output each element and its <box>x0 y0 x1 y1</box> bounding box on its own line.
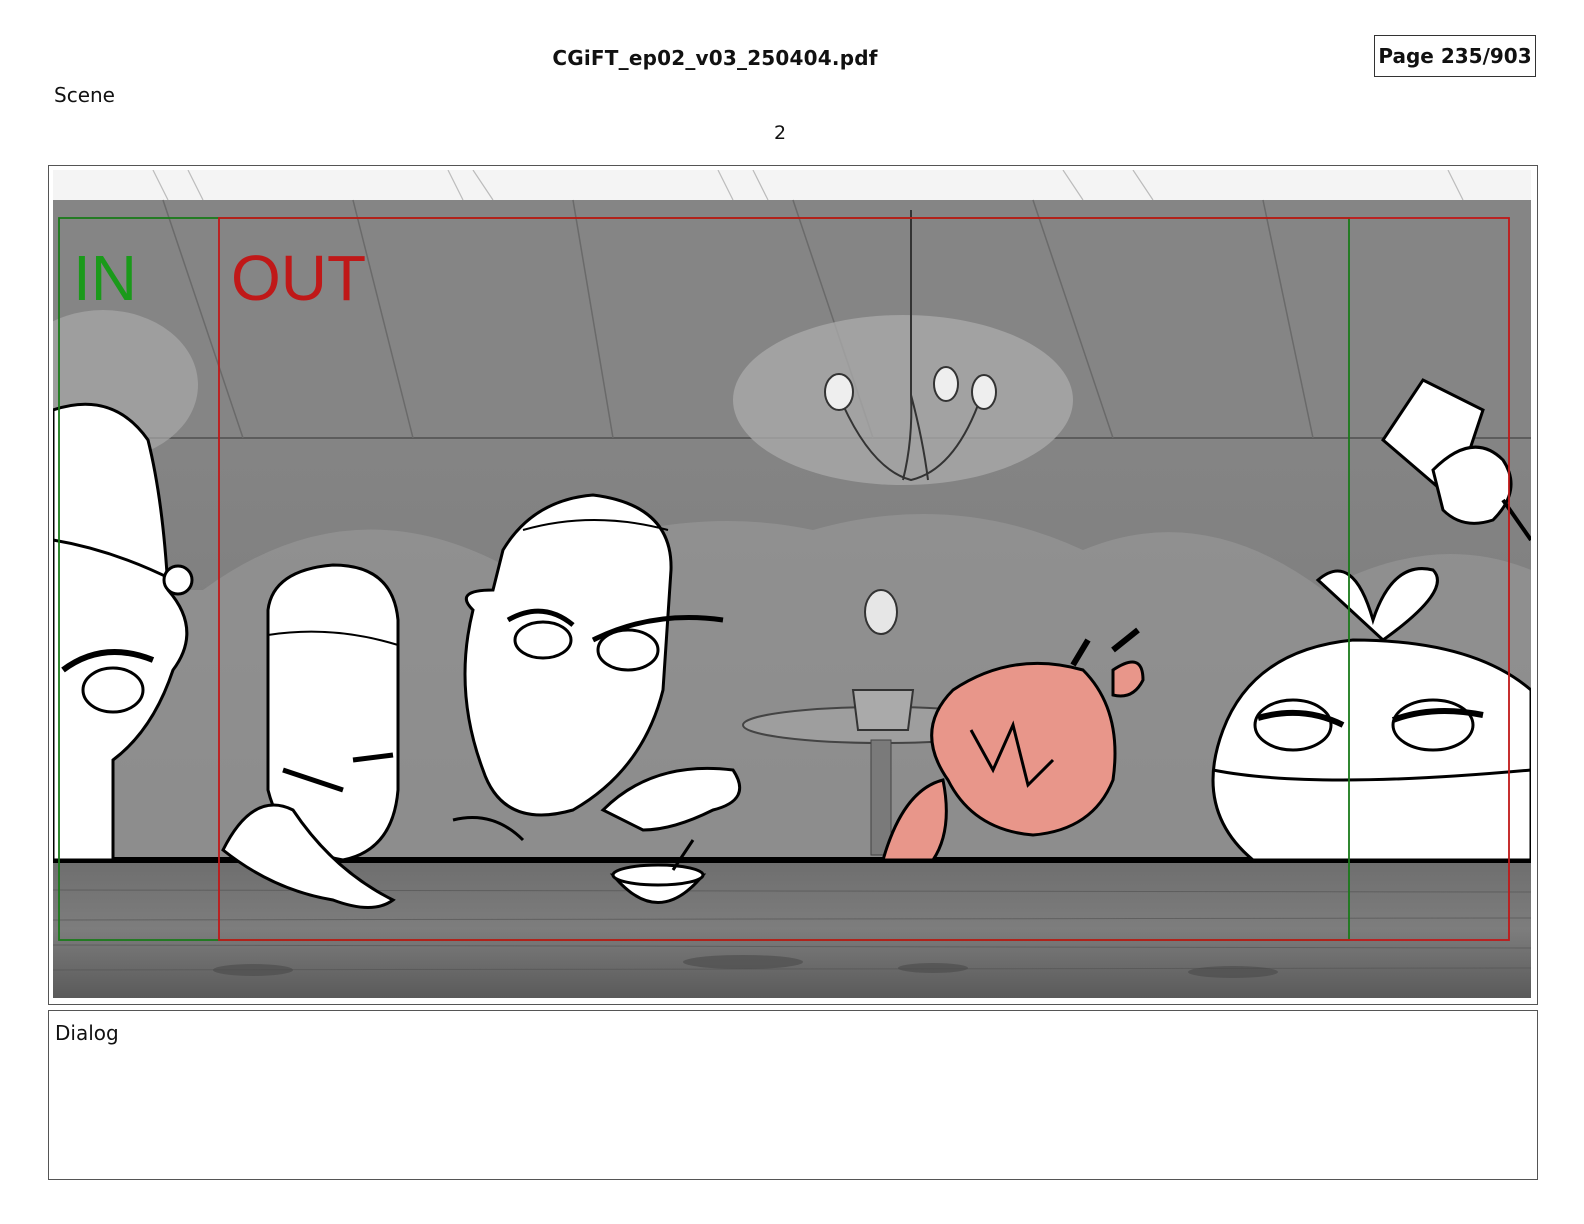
storyboard-panel-image: IN OUT <box>53 170 1531 998</box>
storyboard-frame: IN OUT <box>48 165 1538 1005</box>
chandelier-glow <box>733 315 1073 485</box>
sketch-top-strip <box>53 170 1531 200</box>
dialog-label: Dialog <box>55 1021 119 1045</box>
document-title: CGiFT_ep02_v03_250404.pdf <box>552 46 878 70</box>
out-marker: OUT <box>231 242 366 314</box>
in-marker: IN <box>73 242 137 314</box>
scene-label: Scene <box>54 83 115 107</box>
dialog-box: Dialog <box>48 1010 1538 1180</box>
page-indicator: Page 235/903 <box>1374 35 1536 77</box>
scene-number: 2 <box>773 122 787 144</box>
